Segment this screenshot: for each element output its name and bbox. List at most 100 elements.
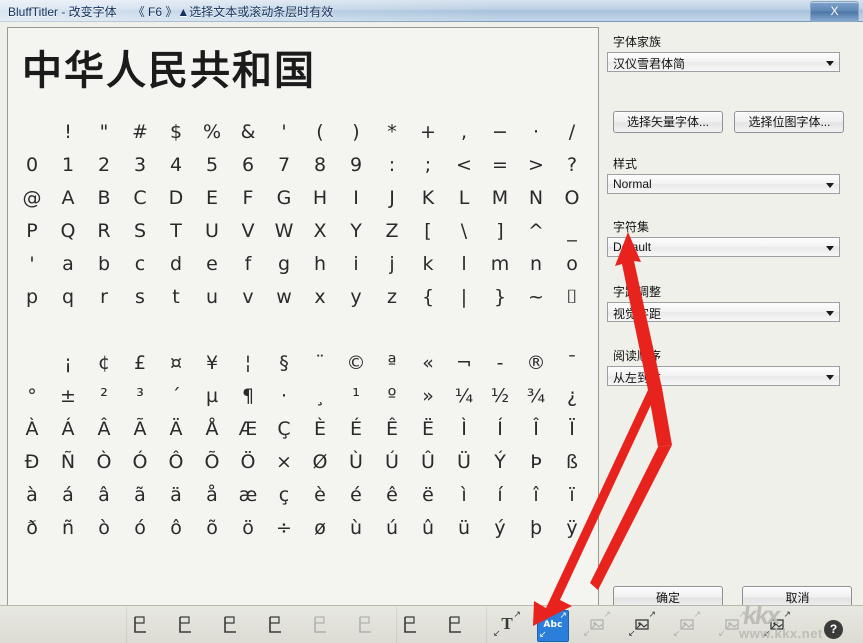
character-cell[interactable]: i: [338, 248, 374, 281]
character-cell[interactable]: h: [302, 248, 338, 281]
character-cell[interactable]: °: [14, 380, 50, 413]
character-cell[interactable]: ø: [302, 512, 338, 545]
character-cell[interactable]: x: [302, 281, 338, 314]
character-cell-blank[interactable]: [50, 314, 86, 347]
character-cell[interactable]: _: [554, 215, 590, 248]
character-cell[interactable]: D: [158, 182, 194, 215]
character-cell[interactable]: Â: [86, 413, 122, 446]
character-cell[interactable]: ©: [338, 347, 374, 380]
character-cell[interactable]: ¢: [86, 347, 122, 380]
character-cell[interactable]: ]: [482, 215, 518, 248]
character-cell-blank[interactable]: [158, 314, 194, 347]
character-cell[interactable]: M: [482, 182, 518, 215]
character-cell[interactable]: á: [50, 479, 86, 512]
character-cell[interactable]: g: [266, 248, 302, 281]
character-cell-blank[interactable]: [122, 314, 158, 347]
character-cell[interactable]: À: [14, 413, 50, 446]
character-cell[interactable]: ò: [86, 512, 122, 545]
character-cell[interactable]: ý: [482, 512, 518, 545]
layer-delete-icon[interactable]: [396, 610, 426, 640]
picture-layer-icon[interactable]: ↗↙: [627, 610, 657, 640]
character-cell[interactable]: Ø: [302, 446, 338, 479]
character-cell[interactable]: ·: [518, 116, 554, 149]
layer-split-icon[interactable]: [351, 610, 381, 640]
character-cell[interactable]: Ô: [158, 446, 194, 479]
character-cell-blank[interactable]: [14, 347, 50, 380]
character-cell[interactable]: S: [122, 215, 158, 248]
character-cell[interactable]: Ü: [446, 446, 482, 479]
character-cell[interactable]: Á: [50, 413, 86, 446]
character-cell[interactable]: z: [374, 281, 410, 314]
character-cell[interactable]: Ì: [446, 413, 482, 446]
character-cell[interactable]: T: [158, 215, 194, 248]
character-cell[interactable]: ^: [518, 215, 554, 248]
choose-vector-font-button[interactable]: 选择矢量字体...: [613, 111, 723, 133]
character-cell[interactable]: r: [86, 281, 122, 314]
character-cell[interactable]: ë: [410, 479, 446, 512]
character-cell[interactable]: m: [482, 248, 518, 281]
character-cell-blank[interactable]: [410, 314, 446, 347]
style-select[interactable]: Normal: [607, 174, 840, 194]
character-cell[interactable]: 8: [302, 149, 338, 182]
choose-bitmap-font-button[interactable]: 选择位图字体...: [734, 111, 844, 133]
character-cell[interactable]: L: [446, 182, 482, 215]
close-icon[interactable]: X: [810, 1, 859, 22]
character-cell[interactable]: ê: [374, 479, 410, 512]
character-cell[interactable]: C: [122, 182, 158, 215]
character-cell[interactable]: ·: [266, 380, 302, 413]
character-cell[interactable]: s: [122, 281, 158, 314]
character-cell[interactable]: ¶: [230, 380, 266, 413]
character-cell[interactable]: \: [446, 215, 482, 248]
layer-effect-icon[interactable]: [261, 610, 291, 640]
character-cell[interactable]: K: [410, 182, 446, 215]
character-cell[interactable]: y: [338, 281, 374, 314]
character-cell[interactable]: H: [302, 182, 338, 215]
character-cell-blank[interactable]: [14, 314, 50, 347]
character-cell[interactable]: 1: [50, 149, 86, 182]
character-cell[interactable]: #: [122, 116, 158, 149]
character-cell[interactable]: u: [194, 281, 230, 314]
character-cell[interactable]: U: [194, 215, 230, 248]
character-cell-blank[interactable]: [338, 314, 374, 347]
layer-loop-icon[interactable]: [216, 610, 246, 640]
character-cell[interactable]: l: [446, 248, 482, 281]
character-cell[interactable]: æ: [230, 479, 266, 512]
character-cell[interactable]: }: [482, 281, 518, 314]
character-cell[interactable]: 3: [122, 149, 158, 182]
character-cell[interactable]: Þ: [518, 446, 554, 479]
character-cell[interactable]: é: [338, 479, 374, 512]
character-cell[interactable]: ,: [446, 116, 482, 149]
character-cell[interactable]: Ý: [482, 446, 518, 479]
character-cell[interactable]: ²: [86, 380, 122, 413]
character-cell[interactable]: ¨: [302, 347, 338, 380]
particle-layer-icon[interactable]: ↗↙: [582, 610, 612, 640]
character-cell[interactable]: A: [50, 182, 86, 215]
character-cell[interactable]: v: [230, 281, 266, 314]
character-cell[interactable]: ÿ: [554, 512, 590, 545]
character-cell-blank[interactable]: [446, 314, 482, 347]
character-cell[interactable]: ä: [158, 479, 194, 512]
character-cell[interactable]: f: [230, 248, 266, 281]
character-cell-blank[interactable]: [230, 314, 266, 347]
character-cell[interactable]: Í: [482, 413, 518, 446]
character-cell[interactable]: à: [14, 479, 50, 512]
character-cell[interactable]: ⌷: [554, 281, 590, 314]
character-cell[interactable]: ½: [482, 380, 518, 413]
character-cell[interactable]: ì: [446, 479, 482, 512]
character-cell[interactable]: ñ: [50, 512, 86, 545]
character-cell[interactable]: ß: [554, 446, 590, 479]
character-cell[interactable]: −: [482, 116, 518, 149]
character-cell[interactable]: º: [374, 380, 410, 413]
character-cell[interactable]: ´: [158, 380, 194, 413]
character-cell[interactable]: d: [158, 248, 194, 281]
character-cell[interactable]: ': [14, 248, 50, 281]
character-cell[interactable]: «: [410, 347, 446, 380]
character-cell[interactable]: ÷: [266, 512, 302, 545]
character-cell[interactable]: q: [50, 281, 86, 314]
character-cell[interactable]: ¾: [518, 380, 554, 413]
character-cell-blank[interactable]: [482, 314, 518, 347]
character-cell[interactable]: ¤: [158, 347, 194, 380]
character-cell[interactable]: 9: [338, 149, 374, 182]
character-cell[interactable]: |: [446, 281, 482, 314]
character-cell[interactable]: þ: [518, 512, 554, 545]
